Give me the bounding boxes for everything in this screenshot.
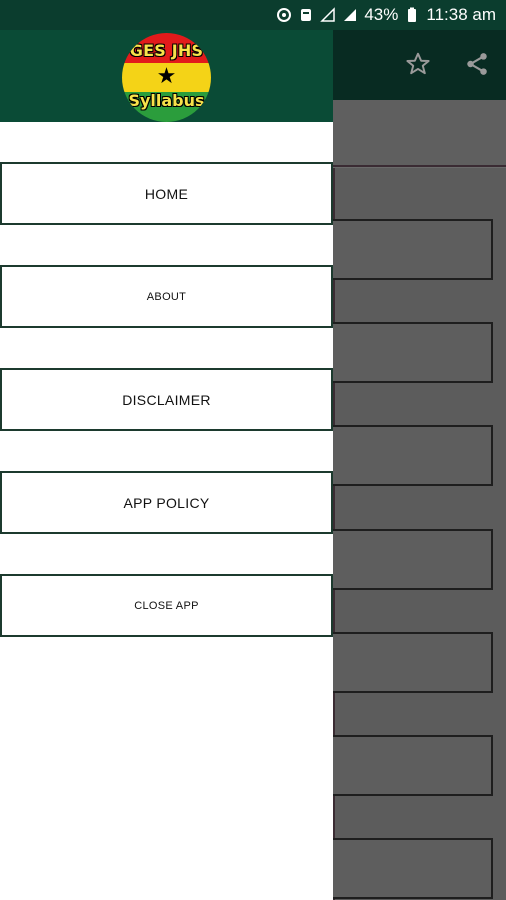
background-card: [333, 838, 493, 899]
background-card: [333, 322, 493, 383]
app-policy-button[interactable]: APP POLICY: [0, 471, 333, 534]
clock: 11:38 am: [426, 5, 496, 24]
close-app-button[interactable]: CLOSE APP: [0, 574, 333, 637]
logo-line2: Syllabus: [128, 91, 205, 110]
data-saver-icon: [301, 9, 312, 21]
signal-icon: [344, 9, 357, 21]
close-app-label: CLOSE APP: [134, 599, 199, 612]
battery-percent: 43%: [364, 5, 399, 24]
logo-line1: GES JHS: [129, 41, 204, 60]
battery-icon: [408, 7, 417, 22]
share-icon[interactable]: [463, 50, 491, 78]
background-card: [333, 735, 493, 796]
disclaimer-label: DISCLAIMER: [122, 391, 211, 408]
background-card: [333, 529, 493, 590]
app-policy-label: APP POLICY: [123, 494, 210, 511]
home-label: HOME: [144, 185, 189, 202]
background-card: [333, 219, 493, 280]
background-card: [333, 425, 493, 486]
about-button[interactable]: ABOUT: [0, 265, 333, 328]
navigation-drawer: GES JHS ★ Syllabus HOME ABOUT DISCLAIMER…: [0, 30, 333, 900]
home-button[interactable]: HOME: [0, 162, 333, 225]
star-icon[interactable]: [404, 50, 432, 78]
status-bar: 43% 11:38 am: [0, 0, 506, 30]
drawer-header: GES JHS ★ Syllabus: [0, 30, 333, 122]
sync-icon: [277, 8, 292, 22]
background-header-card: [333, 100, 506, 167]
star-emblem-icon: ★: [156, 63, 177, 88]
app-logo: GES JHS ★ Syllabus: [122, 33, 211, 122]
disclaimer-button[interactable]: DISCLAIMER: [0, 368, 333, 431]
about-label: ABOUT: [146, 290, 187, 303]
status-icons: 43% 11:38 am: [276, 5, 496, 25]
signal-weak-icon: [320, 7, 336, 22]
background-card: [333, 632, 493, 693]
